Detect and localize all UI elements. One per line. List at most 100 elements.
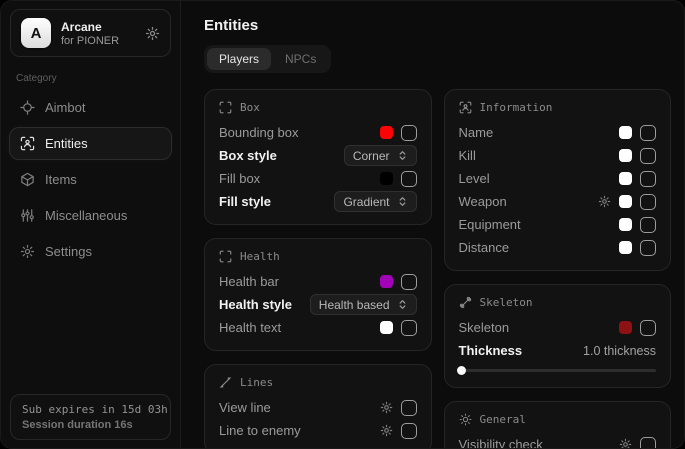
package-icon [20, 172, 35, 187]
color-swatch[interactable] [619, 321, 632, 334]
checkbox[interactable] [640, 240, 656, 256]
gear-icon [20, 244, 35, 259]
tab-players[interactable]: Players [207, 48, 271, 70]
color-swatch[interactable] [619, 172, 632, 185]
color-swatch[interactable] [619, 149, 632, 162]
gear-icon[interactable] [145, 26, 160, 41]
thickness-slider[interactable] [459, 369, 657, 372]
row-weapon: Weapon [459, 190, 657, 213]
row-label: Visibility check [459, 437, 620, 448]
thickness-value: 1.0 thickness [583, 344, 656, 358]
diagonal-line-icon [219, 376, 232, 389]
gear-icon[interactable] [380, 401, 393, 414]
row-label: View line [219, 400, 380, 415]
row-view-line: View line [219, 396, 417, 419]
color-swatch[interactable] [619, 218, 632, 231]
checkbox[interactable] [640, 217, 656, 233]
tab-npcs[interactable]: NPCs [273, 48, 328, 70]
color-swatch[interactable] [380, 321, 393, 334]
sidebar-item-aimbot[interactable]: Aimbot [9, 91, 172, 124]
checkbox[interactable] [640, 148, 656, 164]
checkbox[interactable] [401, 274, 417, 290]
checkbox[interactable] [640, 320, 656, 336]
color-swatch[interactable] [380, 126, 393, 139]
panel-general: General Visibility check [444, 401, 672, 448]
fill-style-select[interactable]: Gradient [334, 191, 416, 212]
chevrons-up-down-icon [397, 150, 408, 161]
checkbox[interactable] [401, 320, 417, 336]
row-label: Line to enemy [219, 423, 380, 438]
row-label: Health text [219, 320, 380, 335]
row-label: Fill box [219, 171, 380, 186]
panel-lines: Lines View line [204, 364, 432, 448]
tab-group: Players NPCs [204, 45, 331, 73]
color-swatch[interactable] [619, 241, 632, 254]
sidebar-item-label: Settings [45, 244, 92, 259]
main-content: Entities Players NPCs Box [181, 1, 684, 448]
health-brackets-icon [219, 250, 232, 263]
row-health-text: Health text [219, 316, 417, 339]
row-label: Equipment [459, 217, 620, 232]
checkbox[interactable] [401, 125, 417, 141]
brand-subtitle: for PIONER [61, 35, 119, 47]
panel-title: Box [240, 101, 260, 114]
color-swatch[interactable] [619, 195, 632, 208]
selected-value: Corner [353, 149, 390, 163]
row-label: Health bar [219, 274, 380, 289]
row-label: Weapon [459, 194, 599, 209]
sub-expires-text: Sub expires in 15d 03h [22, 403, 159, 416]
sidebar: A Arcane for PIONER Category Aim [1, 1, 181, 448]
checkbox[interactable] [640, 437, 656, 449]
row-label: Bounding box [219, 125, 380, 140]
checkbox[interactable] [640, 125, 656, 141]
sidebar-item-entities[interactable]: Entities [9, 127, 172, 160]
panel-title: Lines [240, 376, 273, 389]
brand-name: Arcane [61, 20, 119, 34]
slider-thumb[interactable] [457, 366, 466, 375]
color-swatch[interactable] [619, 126, 632, 139]
row-equipment: Equipment [459, 213, 657, 236]
row-label: Thickness [459, 343, 584, 358]
panel-skeleton: Skeleton Skeleton Thickness 1.0 thicknes… [444, 284, 672, 388]
health-style-select[interactable]: Health based [310, 294, 417, 315]
chevrons-up-down-icon [397, 299, 408, 310]
row-health-style: Health style Health based [219, 293, 417, 316]
box-style-select[interactable]: Corner [344, 145, 417, 166]
panel-information: Information Name Kill [444, 89, 672, 271]
row-label: Name [459, 125, 620, 140]
category-label: Category [16, 73, 165, 84]
gear-icon[interactable] [619, 438, 632, 448]
sidebar-item-label: Aimbot [45, 100, 85, 115]
row-level: Level [459, 167, 657, 190]
panel-title: Skeleton [480, 296, 533, 309]
panel-title: Health [240, 250, 280, 263]
subscription-info-card: Sub expires in 15d 03h Session duration … [10, 394, 171, 440]
sidebar-item-label: Miscellaneous [45, 208, 127, 223]
checkbox[interactable] [640, 194, 656, 210]
row-thickness: Thickness 1.0 thickness [459, 339, 657, 362]
checkbox[interactable] [401, 400, 417, 416]
bone-icon [459, 296, 472, 309]
panel-title: Information [480, 101, 553, 114]
row-health-bar: Health bar [219, 270, 417, 293]
sun-icon [459, 413, 472, 426]
color-swatch[interactable] [380, 275, 393, 288]
gear-icon[interactable] [598, 195, 611, 208]
checkbox[interactable] [401, 423, 417, 439]
sidebar-item-settings[interactable]: Settings [9, 235, 172, 268]
row-skeleton: Skeleton [459, 316, 657, 339]
row-fill-style: Fill style Gradient [219, 190, 417, 213]
row-name: Name [459, 121, 657, 144]
session-duration-text: Session duration 16s [22, 419, 159, 431]
row-distance: Distance [459, 236, 657, 259]
row-line-to-enemy: Line to enemy [219, 419, 417, 442]
row-bounding-box: Bounding box [219, 121, 417, 144]
color-swatch[interactable] [380, 172, 393, 185]
gear-icon[interactable] [380, 424, 393, 437]
sidebar-item-items[interactable]: Items [9, 163, 172, 196]
selected-value: Health based [319, 298, 390, 312]
sidebar-item-miscellaneous[interactable]: Miscellaneous [9, 199, 172, 232]
checkbox[interactable] [401, 171, 417, 187]
checkbox[interactable] [640, 171, 656, 187]
row-label: Skeleton [459, 320, 620, 335]
